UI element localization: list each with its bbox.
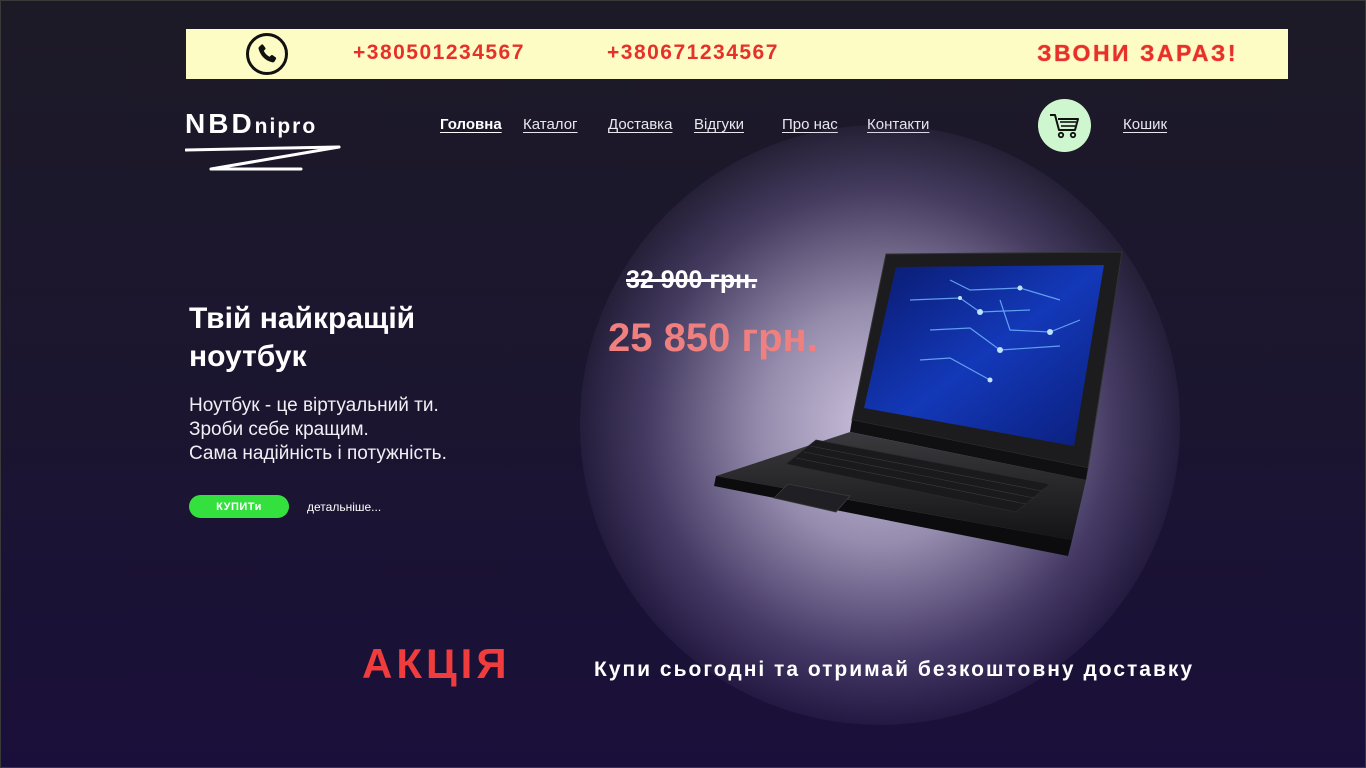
logo-mark-icon <box>185 145 341 171</box>
hero-desc-line-1: Ноутбук - це віртуальний ти. <box>189 395 439 416</box>
logo-suffix: nipro <box>254 115 318 138</box>
logo-text: NBDnipro <box>185 108 345 140</box>
promo-title: АКЦІЯ <box>362 640 511 687</box>
buy-button[interactable]: КУПИТи <box>189 495 289 518</box>
nav-delivery[interactable]: Доставка <box>608 116 672 133</box>
promo-text: Купи сьогодні та отримай безкоштовну дос… <box>594 658 1195 681</box>
phone-icon[interactable] <box>246 33 288 75</box>
nav-reviews[interactable]: Відгуки <box>694 116 744 133</box>
hero-description: Ноутбук - це віртуальний ти. Зроби себе … <box>189 394 447 466</box>
laptop-image <box>714 251 1123 556</box>
hero-desc-line-3: Сама надійність і потужність. <box>189 443 447 464</box>
phone-bar: +380501234567 +380671234567 ЗВОНИ ЗАРАЗ! <box>186 29 1288 79</box>
cart-icon <box>1049 113 1079 138</box>
call-now-label: ЗВОНИ ЗАРАЗ! <box>1037 40 1238 66</box>
cart-button[interactable] <box>1038 99 1091 152</box>
hero-desc-line-2: Зроби себе кращим. <box>189 419 369 440</box>
phone-number-1[interactable]: +380501234567 <box>353 41 525 65</box>
phone-number-2[interactable]: +380671234567 <box>607 41 779 65</box>
logo-main: NBD <box>185 108 255 139</box>
details-link[interactable]: детальніше... <box>307 500 381 514</box>
hero-title: Твій найкращій ноутбук <box>189 302 416 373</box>
nav-home[interactable]: Головна <box>440 116 502 133</box>
new-price: 25 850 грн. <box>608 316 818 360</box>
site-logo[interactable]: NBDnipro <box>185 108 345 176</box>
cart-link[interactable]: Кошик <box>1123 116 1167 133</box>
nav-catalog[interactable]: Каталог <box>523 116 578 133</box>
old-price: 32 900 грн. <box>626 266 758 294</box>
